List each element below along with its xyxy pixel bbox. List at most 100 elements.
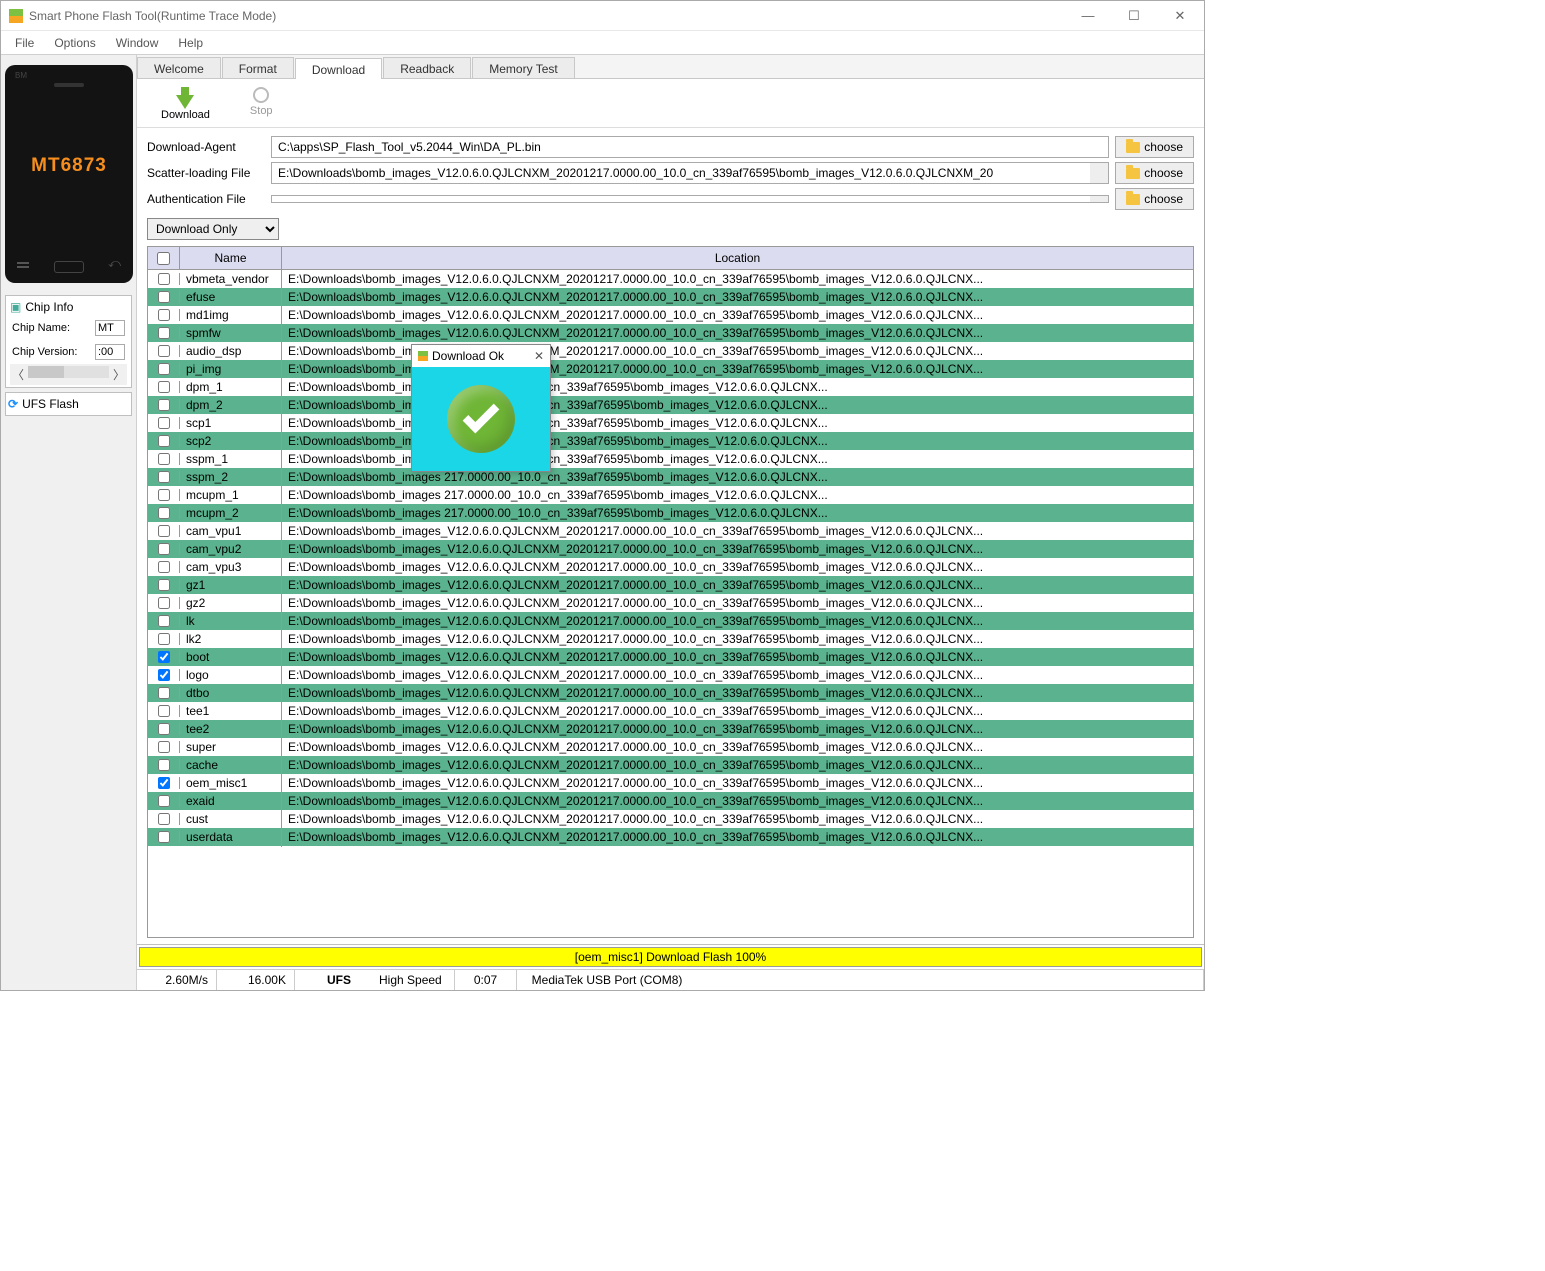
status-progress: [oem_misc1] Download Flash 100% <box>139 947 1202 967</box>
row-checkbox[interactable] <box>158 435 170 447</box>
row-name: cam_vpu1 <box>180 521 282 541</box>
auth-input[interactable] <box>271 195 1109 203</box>
row-checkbox[interactable] <box>158 471 170 483</box>
auth-choose-button[interactable]: choose <box>1115 188 1194 210</box>
row-checkbox[interactable] <box>158 561 170 573</box>
table-row[interactable]: lkE:\Downloads\bomb_images_V12.0.6.0.QJL… <box>148 612 1193 630</box>
row-checkbox[interactable] <box>158 453 170 465</box>
row-checkbox[interactable] <box>158 417 170 429</box>
table-row[interactable]: pi_imgE:\Downloads\bomb_images_V12.0.6.0… <box>148 360 1193 378</box>
table-row[interactable]: scp1E:\Downloads\bomb_images 217.0000.00… <box>148 414 1193 432</box>
row-checkbox[interactable] <box>158 597 170 609</box>
table-row[interactable]: vbmeta_vendorE:\Downloads\bomb_images_V1… <box>148 270 1193 288</box>
row-name: scp1 <box>180 413 282 433</box>
table-row[interactable]: efuseE:\Downloads\bomb_images_V12.0.6.0.… <box>148 288 1193 306</box>
table-row[interactable]: bootE:\Downloads\bomb_images_V12.0.6.0.Q… <box>148 648 1193 666</box>
table-row[interactable]: lk2E:\Downloads\bomb_images_V12.0.6.0.QJ… <box>148 630 1193 648</box>
table-row[interactable]: sspm_2E:\Downloads\bomb_images 217.0000.… <box>148 468 1193 486</box>
row-checkbox[interactable] <box>158 327 170 339</box>
row-checkbox[interactable] <box>158 633 170 645</box>
row-checkbox[interactable] <box>158 363 170 375</box>
table-row[interactable]: exaidE:\Downloads\bomb_images_V12.0.6.0.… <box>148 792 1193 810</box>
row-checkbox[interactable] <box>158 651 170 663</box>
table-row[interactable]: mcupm_2E:\Downloads\bomb_images 217.0000… <box>148 504 1193 522</box>
table-row[interactable]: sspm_1E:\Downloads\bomb_images 217.0000.… <box>148 450 1193 468</box>
download-mode-select[interactable]: Download Only <box>147 218 279 240</box>
row-checkbox[interactable] <box>158 309 170 321</box>
chip-ver-value[interactable] <box>95 344 125 360</box>
row-checkbox[interactable] <box>158 381 170 393</box>
tab-memory-test[interactable]: Memory Test <box>472 57 574 78</box>
table-row[interactable]: dpm_1E:\Downloads\bomb_images 217.0000.0… <box>148 378 1193 396</box>
table-row[interactable]: oem_misc1E:\Downloads\bomb_images_V12.0.… <box>148 774 1193 792</box>
table-row[interactable]: superE:\Downloads\bomb_images_V12.0.6.0.… <box>148 738 1193 756</box>
maximize-button[interactable]: ☐ <box>1120 8 1148 24</box>
row-checkbox[interactable] <box>158 399 170 411</box>
row-checkbox[interactable] <box>158 723 170 735</box>
download-ok-dialog: Download Ok ✕ <box>411 344 551 472</box>
table-row[interactable]: dtboE:\Downloads\bomb_images_V12.0.6.0.Q… <box>148 684 1193 702</box>
menu-file[interactable]: File <box>7 34 42 52</box>
ufs-flash-button[interactable]: ⟳ UFS Flash <box>5 392 132 416</box>
dialog-close-button[interactable]: ✕ <box>534 349 544 363</box>
row-checkbox[interactable] <box>158 669 170 681</box>
da-choose-button[interactable]: choose <box>1115 136 1194 158</box>
table-row[interactable]: cacheE:\Downloads\bomb_images_V12.0.6.0.… <box>148 756 1193 774</box>
table-row[interactable]: tee1E:\Downloads\bomb_images_V12.0.6.0.Q… <box>148 702 1193 720</box>
row-checkbox[interactable] <box>158 795 170 807</box>
row-checkbox[interactable] <box>158 831 170 843</box>
chip-info-scrollbar[interactable]: 〈〉 <box>10 364 127 385</box>
row-checkbox[interactable] <box>158 813 170 825</box>
tab-format[interactable]: Format <box>222 57 294 78</box>
tab-download[interactable]: Download <box>295 58 382 79</box>
row-checkbox[interactable] <box>158 741 170 753</box>
scatter-input[interactable]: E:\Downloads\bomb_images_V12.0.6.0.QJLCN… <box>271 162 1109 184</box>
row-checkbox[interactable] <box>158 291 170 303</box>
row-checkbox[interactable] <box>158 615 170 627</box>
app-icon <box>9 9 23 23</box>
row-checkbox[interactable] <box>158 525 170 537</box>
row-checkbox[interactable] <box>158 507 170 519</box>
table-row[interactable]: userdataE:\Downloads\bomb_images_V12.0.6… <box>148 828 1193 846</box>
row-checkbox[interactable] <box>158 543 170 555</box>
row-checkbox[interactable] <box>158 687 170 699</box>
menu-help[interactable]: Help <box>170 34 211 52</box>
table-row[interactable]: md1imgE:\Downloads\bomb_images_V12.0.6.0… <box>148 306 1193 324</box>
table-row[interactable]: audio_dspE:\Downloads\bomb_images_V12.0.… <box>148 342 1193 360</box>
download-button-label: Download <box>161 109 210 121</box>
table-row[interactable]: dpm_2E:\Downloads\bomb_images 217.0000.0… <box>148 396 1193 414</box>
close-button[interactable]: ✕ <box>1166 8 1194 24</box>
tab-welcome[interactable]: Welcome <box>137 57 221 78</box>
chip-name-value[interactable] <box>95 320 125 336</box>
table-row[interactable]: tee2E:\Downloads\bomb_images_V12.0.6.0.Q… <box>148 720 1193 738</box>
download-button[interactable]: Download <box>161 87 210 121</box>
right-panel: Welcome Format Download Readback Memory … <box>137 55 1204 990</box>
row-checkbox[interactable] <box>158 759 170 771</box>
table-row[interactable]: spmfwE:\Downloads\bomb_images_V12.0.6.0.… <box>148 324 1193 342</box>
table-row[interactable]: mcupm_1E:\Downloads\bomb_images 217.0000… <box>148 486 1193 504</box>
row-checkbox[interactable] <box>158 273 170 285</box>
table-row[interactable]: logoE:\Downloads\bomb_images_V12.0.6.0.Q… <box>148 666 1193 684</box>
select-all-checkbox[interactable] <box>157 252 170 265</box>
table-row[interactable]: gz1E:\Downloads\bomb_images_V12.0.6.0.QJ… <box>148 576 1193 594</box>
row-name: dpm_1 <box>180 377 282 397</box>
table-body[interactable]: vbmeta_vendorE:\Downloads\bomb_images_V1… <box>148 270 1193 937</box>
menu-window[interactable]: Window <box>108 34 167 52</box>
da-input[interactable]: C:\apps\SP_Flash_Tool_v5.2044_Win\DA_PL.… <box>271 136 1109 158</box>
table-row[interactable]: cam_vpu2E:\Downloads\bomb_images_V12.0.6… <box>148 540 1193 558</box>
tab-readback[interactable]: Readback <box>383 57 471 78</box>
menu-options[interactable]: Options <box>46 34 103 52</box>
row-checkbox[interactable] <box>158 489 170 501</box>
row-checkbox[interactable] <box>158 345 170 357</box>
table-row[interactable]: cam_vpu1E:\Downloads\bomb_images_V12.0.6… <box>148 522 1193 540</box>
table-row[interactable]: custE:\Downloads\bomb_images_V12.0.6.0.Q… <box>148 810 1193 828</box>
stop-button[interactable]: Stop <box>250 87 273 121</box>
row-checkbox[interactable] <box>158 705 170 717</box>
row-checkbox[interactable] <box>158 579 170 591</box>
minimize-button[interactable]: — <box>1074 8 1102 24</box>
table-row[interactable]: scp2E:\Downloads\bomb_images 217.0000.00… <box>148 432 1193 450</box>
scatter-choose-button[interactable]: choose <box>1115 162 1194 184</box>
row-checkbox[interactable] <box>158 777 170 789</box>
table-row[interactable]: gz2E:\Downloads\bomb_images_V12.0.6.0.QJ… <box>148 594 1193 612</box>
table-row[interactable]: cam_vpu3E:\Downloads\bomb_images_V12.0.6… <box>148 558 1193 576</box>
